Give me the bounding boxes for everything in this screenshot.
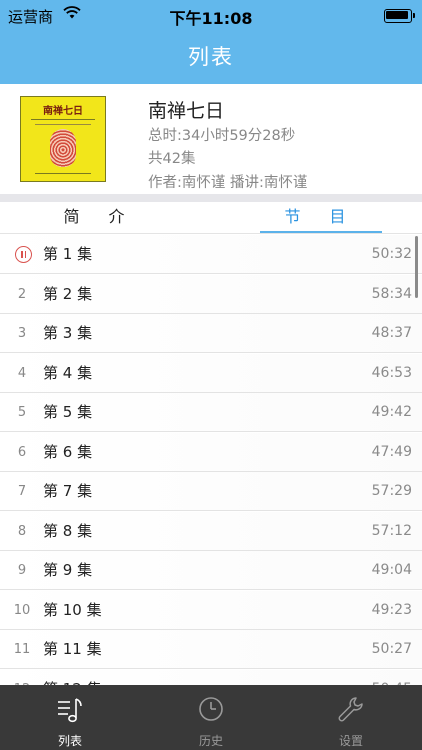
episode-number: 5 bbox=[17, 405, 27, 420]
episode-row[interactable]: 7 第 7 集 57:29 bbox=[0, 472, 422, 511]
episode-duration: 47:49 bbox=[371, 443, 412, 460]
episode-row[interactable]: 3 第 3 集 48:37 bbox=[0, 314, 422, 353]
status-time: 下午11:08 bbox=[169, 9, 253, 28]
tab-bar-list[interactable]: 列表 bbox=[0, 685, 140, 750]
episode-row[interactable]: 11 第 11 集 50:27 bbox=[0, 630, 422, 669]
clock-icon bbox=[199, 697, 223, 721]
episode-number: 12 bbox=[0, 670, 44, 686]
scrollbar[interactable] bbox=[415, 236, 418, 298]
episode-list[interactable]: 第 1 集 50:32 2 第 2 集 58:34 3 第 3 集 48:37 4 第 4 集 46… bbox=[0, 235, 422, 685]
episode-row[interactable]: 12第 12 集 50:45 bbox=[0, 669, 422, 686]
episode-title: 第 2 集 bbox=[43, 284, 93, 303]
episode-row[interactable]: 9 第 9 集 49:04 bbox=[0, 551, 422, 590]
status-bar: 运营商 下午11:08 bbox=[0, 0, 422, 30]
episode-title: 第 9 集 bbox=[43, 561, 93, 579]
album-episode-count: 共42集 bbox=[148, 151, 196, 167]
episode-number: 8 bbox=[17, 523, 27, 539]
episode-number: 11 bbox=[13, 642, 31, 657]
episode-row[interactable]: 4 第 4 集 46:53 bbox=[0, 353, 422, 393]
episode-row[interactable]: 6 第 6 集 47:49 bbox=[0, 432, 422, 472]
episode-duration: 49:23 bbox=[371, 601, 412, 618]
episode-number: 2 bbox=[17, 286, 27, 302]
episode-title: 第 8 集 bbox=[43, 521, 93, 540]
pause-icon[interactable] bbox=[15, 246, 32, 263]
episode-number: 10 bbox=[13, 602, 31, 618]
tab-episodes[interactable]: 节 目 bbox=[260, 202, 382, 232]
battery-icon bbox=[384, 9, 415, 23]
episode-title: 第 3 集 bbox=[43, 324, 93, 342]
episode-title: 第 7 集 bbox=[43, 482, 93, 500]
episode-number: 3 bbox=[17, 326, 27, 341]
episode-title: 第 6 集 bbox=[43, 442, 93, 461]
episode-duration: 57:12 bbox=[371, 522, 412, 539]
tab-bar-history[interactable]: 历史 bbox=[141, 685, 281, 750]
episode-duration: 50:27 bbox=[371, 641, 412, 657]
episode-row[interactable]: 8 第 8 集 57:12 bbox=[0, 511, 422, 551]
episode-row[interactable]: 第 1 集 50:32 bbox=[0, 235, 422, 274]
tab-bar-list-label: 列表 bbox=[57, 734, 82, 748]
album-cover: 南禅七日 bbox=[20, 96, 106, 182]
tab-bar: 列表 历史 设置 bbox=[0, 685, 422, 750]
episode-title: 第 5 集 bbox=[43, 403, 93, 421]
episode-duration: 49:04 bbox=[371, 562, 412, 578]
album-total-time: 总时:34小时59分28秒 bbox=[148, 128, 296, 144]
album-title: 南禅七日 bbox=[148, 100, 225, 122]
tab-bar-history-label: 历史 bbox=[198, 734, 223, 748]
episode-duration: 48:37 bbox=[371, 325, 412, 341]
tab-bar-settings-label: 设置 bbox=[338, 734, 363, 748]
episode-duration: 50:32 bbox=[371, 246, 412, 262]
episode-row[interactable]: 2 第 2 集 58:34 bbox=[0, 274, 422, 314]
episode-duration: 50:45 bbox=[372, 670, 412, 686]
content-tabs: 简 介 节 目 bbox=[0, 202, 422, 236]
cover-text-line bbox=[35, 124, 91, 125]
album-credits: 作者:南怀谨 播讲:南怀谨 bbox=[148, 175, 308, 191]
album-header: 南禅七日 南禅七日 总时:34小时59分28秒 共42集 作者:南怀谨 播讲:南… bbox=[0, 84, 422, 194]
episode-title: 第 12 集 bbox=[43, 670, 102, 686]
episode-row[interactable]: 5 第 5 集 49:42 bbox=[0, 393, 422, 432]
episode-title: 第 4 集 bbox=[43, 363, 93, 382]
episode-number: 9 bbox=[17, 563, 27, 578]
tabs-divider bbox=[0, 233, 422, 234]
tab-bar-settings[interactable]: 设置 bbox=[281, 685, 421, 750]
cover-text-line bbox=[31, 119, 95, 120]
section-divider bbox=[0, 194, 422, 202]
playlist-icon bbox=[58, 698, 82, 723]
episode-number: 4 bbox=[17, 365, 27, 381]
cover-text-line bbox=[35, 173, 91, 174]
episode-title: 第 11 集 bbox=[43, 640, 102, 658]
episode-number: 7 bbox=[17, 484, 27, 499]
tab-intro[interactable]: 简 介 bbox=[40, 202, 160, 232]
episode-duration: 49:42 bbox=[371, 404, 412, 420]
episode-duration: 58:34 bbox=[371, 285, 412, 302]
wrench-icon bbox=[338, 697, 363, 722]
page-title: 列表 bbox=[188, 45, 234, 69]
episode-duration: 57:29 bbox=[371, 483, 412, 499]
episode-duration: 46:53 bbox=[371, 364, 412, 381]
episode-number: 6 bbox=[17, 444, 27, 460]
episode-title: 第 1 集 bbox=[43, 245, 93, 263]
fingerprint-image bbox=[50, 129, 76, 167]
episode-row[interactable]: 10 第 10 集 49:23 bbox=[0, 590, 422, 630]
episode-title: 第 10 集 bbox=[43, 600, 102, 619]
cover-title: 南禅七日 bbox=[43, 106, 83, 117]
nav-bar: 列表 bbox=[0, 30, 422, 84]
